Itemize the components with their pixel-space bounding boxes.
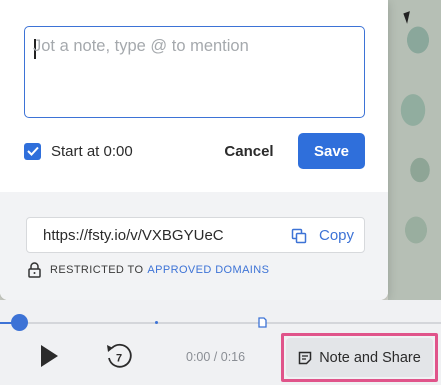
copy-button[interactable]: Copy: [319, 227, 354, 244]
restriction-notice: RESTRICTED TO APPROVED DOMAINS: [28, 262, 269, 278]
note-marker-icon[interactable]: [258, 317, 267, 328]
play-icon[interactable]: [38, 343, 60, 369]
restricted-label: RESTRICTED TO: [50, 264, 144, 276]
rewind-icon[interactable]: 7: [103, 340, 135, 372]
note-and-share-label: Note and Share: [319, 349, 421, 366]
timeline-marker: [155, 321, 158, 324]
share-link-field[interactable]: https://fsty.io/v/VXBGYUeC Copy: [26, 217, 365, 253]
timeline-track[interactable]: [0, 322, 441, 324]
note-input-container[interactable]: [24, 26, 365, 118]
share-link-url[interactable]: https://fsty.io/v/VXBGYUeC: [43, 227, 224, 244]
video-frame-visible-edge: [388, 0, 441, 300]
approved-domains-link[interactable]: APPROVED DOMAINS: [147, 264, 269, 276]
note-share-popover: Start at 0:00 Cancel Save https://fsty.i…: [0, 0, 388, 300]
timeline-scrubber[interactable]: [11, 314, 28, 331]
time-display: 0:00 / 0:16: [186, 350, 246, 364]
player-controls: 7 0:00 / 0:16 Note and Share: [0, 300, 441, 385]
copy-icon[interactable]: [291, 228, 307, 244]
share-section: https://fsty.io/v/VXBGYUeC Copy RESTRICT…: [0, 192, 388, 300]
rewind-seconds-label: 7: [116, 353, 122, 365]
start-at-checkbox[interactable]: [24, 142, 41, 160]
note-section: Start at 0:00 Cancel Save: [0, 0, 388, 192]
start-at-label: Start at 0:00: [51, 142, 133, 160]
lock-icon: [28, 262, 41, 278]
note-input[interactable]: [33, 37, 353, 107]
note-icon: [298, 351, 312, 364]
save-button[interactable]: Save: [298, 133, 365, 169]
start-at-option[interactable]: Start at 0:00: [24, 141, 133, 161]
note-and-share-button[interactable]: Note and Share: [286, 338, 433, 377]
cancel-button[interactable]: Cancel: [218, 140, 280, 162]
checkbox-check-icon: [26, 146, 39, 156]
